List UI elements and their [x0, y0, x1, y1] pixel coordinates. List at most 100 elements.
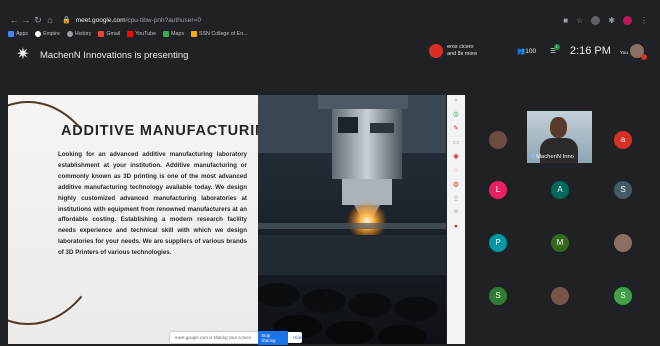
college-icon: [190, 31, 197, 37]
participant-initial: S: [620, 185, 626, 194]
participant-photo-avatar[interactable]: [551, 287, 569, 305]
back-icon[interactable]: ←: [8, 15, 20, 25]
participant-initial: M: [556, 238, 564, 247]
participant-avatar[interactable]: A: [551, 181, 569, 199]
participant-initial: S: [495, 291, 501, 300]
attendee-more: and 8s more: [447, 51, 478, 57]
window-icon[interactable]: ▭: [453, 139, 459, 146]
presenter-toolbar: × ◎ ✎ ▭ ◉ ◌ ◍ ▯ ≡ ●: [447, 95, 465, 344]
circle-icon[interactable]: ◎: [453, 111, 459, 118]
people-button[interactable]: 👥100: [517, 47, 536, 55]
share-icon[interactable]: ◌: [454, 167, 458, 174]
extension-icon[interactable]: [591, 15, 601, 25]
participant-avatar[interactable]: a: [614, 131, 632, 149]
participant-initial: A: [557, 185, 563, 194]
attendee-name: eros cicero: [447, 44, 474, 50]
close-icon[interactable]: ×: [454, 97, 458, 104]
shared-slide: ADDITIVE MANUFACTURING Looking for an ad…: [8, 95, 446, 344]
forward-icon[interactable]: →: [20, 15, 32, 25]
reload-icon[interactable]: ↻: [32, 15, 44, 26]
bookmark-empire[interactable]: Empire: [35, 31, 60, 37]
lock-icon: 🔒: [62, 17, 71, 24]
participant-initial: S: [620, 291, 626, 300]
pin-icon[interactable]: ✎: [453, 125, 458, 132]
speaker-head: [550, 117, 567, 138]
speaker-name: MachenN Inno: [536, 154, 574, 160]
alert-icon[interactable]: ●: [454, 223, 458, 230]
participant-initial: L: [495, 185, 501, 194]
participant-avatar[interactable]: M: [551, 234, 569, 252]
record-icon[interactable]: ◉: [453, 153, 459, 160]
puzzle-icon[interactable]: ✱: [608, 16, 615, 25]
bookmark-label: SSN College of En...: [198, 31, 248, 37]
slide-body: Looking for an advanced additive manufac…: [58, 151, 247, 257]
people-count: 100: [525, 48, 537, 55]
participant-initial: P: [495, 238, 501, 247]
meet-header: ✷ MachenN Innovations is presenting eros…: [7, 40, 652, 70]
participant-avatar[interactable]: L: [489, 181, 507, 199]
laser-machine-image: [258, 95, 446, 344]
bookmarks-bar: Apps Empire History Gmail YouTube Maps S…: [8, 29, 652, 39]
bookmark-apps[interactable]: Apps: [8, 31, 28, 37]
star-icon[interactable]: ☆: [576, 16, 583, 25]
bookmark-label: History: [74, 31, 92, 37]
participant-initial: a: [620, 135, 626, 144]
youtube-icon: [127, 31, 134, 37]
browser-actions: ■ ☆ ✱ ⋮: [563, 15, 652, 25]
bookmark-label: Maps: [171, 31, 184, 37]
share-notice-text: meet.google.com is sharing your screen.: [175, 335, 253, 340]
menu-icon[interactable]: ⋮: [640, 16, 648, 25]
list-icon[interactable]: ≡: [454, 209, 458, 216]
participant-photo-avatar[interactable]: [614, 234, 632, 252]
document-icon[interactable]: ▯: [454, 195, 458, 202]
gmail-icon: [98, 31, 105, 37]
present-icon: ✷: [16, 46, 30, 63]
slide-text-panel: ADDITIVE MANUFACTURING Looking for an ad…: [8, 95, 258, 344]
participant-photo-avatar[interactable]: [489, 131, 507, 149]
chat-badge: 1: [553, 44, 560, 50]
meet-window: ← → ↻ ⌂ 🔒 meet.google.com/cpu-tibw-pnh?a…: [0, 0, 660, 346]
you-label: You: [619, 51, 628, 56]
bookmark-label: Gmail: [106, 31, 121, 37]
bookmark-gmail[interactable]: Gmail: [98, 31, 120, 37]
browser-toolbar: ← → ↻ ⌂ 🔒 meet.google.com/cpu-tibw-pnh?a…: [8, 12, 652, 28]
chat-button[interactable]: ☰ 1: [550, 44, 560, 55]
participant-video-tile[interactable]: ▮ MachenN Inno: [527, 111, 592, 163]
video-tile-name: ▮ MachenN Inno: [531, 154, 574, 160]
url-path: /cpu-tibw-pnh?authuser=0: [125, 16, 201, 24]
home-icon[interactable]: ⌂: [44, 15, 56, 25]
participant-avatar[interactable]: S: [614, 181, 632, 199]
empire-icon: [35, 31, 42, 37]
participant-avatar[interactable]: P: [489, 234, 507, 252]
bookmark-maps[interactable]: Maps: [163, 31, 184, 37]
address-bar[interactable]: 🔒 meet.google.com/cpu-tibw-pnh?authuser=…: [62, 16, 201, 25]
url-host: meet.google.com: [75, 16, 126, 24]
camera-icon[interactable]: ■: [563, 16, 568, 25]
bookmark-label: Empire: [43, 31, 60, 37]
maps-icon: [163, 31, 170, 37]
profile-avatar[interactable]: [623, 15, 632, 25]
bookmark-ssn[interactable]: SSN College of En...: [190, 31, 248, 37]
history-icon: [66, 31, 73, 37]
screen-share-notice: meet.google.com is sharing your screen. …: [170, 330, 302, 345]
meet-header-right: eros cicero and 8s more 👥100 ☰ 1 2:16 PM …: [429, 44, 647, 60]
bookmark-youtube[interactable]: YouTube: [127, 31, 156, 37]
participant-avatar[interactable]: S: [489, 287, 507, 305]
laser-machine-graphic: [258, 95, 446, 344]
mic-icon: ▮: [531, 154, 535, 160]
slide-title: ADDITIVE MANUFACTURING: [61, 123, 258, 139]
you-avatar[interactable]: [630, 44, 647, 60]
hide-button[interactable]: Hide: [293, 335, 302, 340]
meeting-clock: 2:16 PM: [569, 45, 611, 57]
mouse-cursor-icon: ➤: [323, 290, 330, 299]
bookmark-label: YouTube: [135, 31, 157, 37]
attendee-avatar: [429, 44, 444, 58]
apps-icon: [8, 31, 14, 37]
bookmark-history[interactable]: History: [66, 31, 92, 37]
stop-sharing-button[interactable]: Stop sharing: [258, 330, 289, 345]
participant-avatar[interactable]: S: [614, 287, 632, 305]
attendee-summary[interactable]: eros cicero and 8s more: [447, 44, 503, 58]
pause-icon[interactable]: ◍: [453, 181, 459, 188]
presenting-label: MachenN Innovations is presenting: [40, 49, 189, 61]
notification-dot: [641, 54, 647, 60]
